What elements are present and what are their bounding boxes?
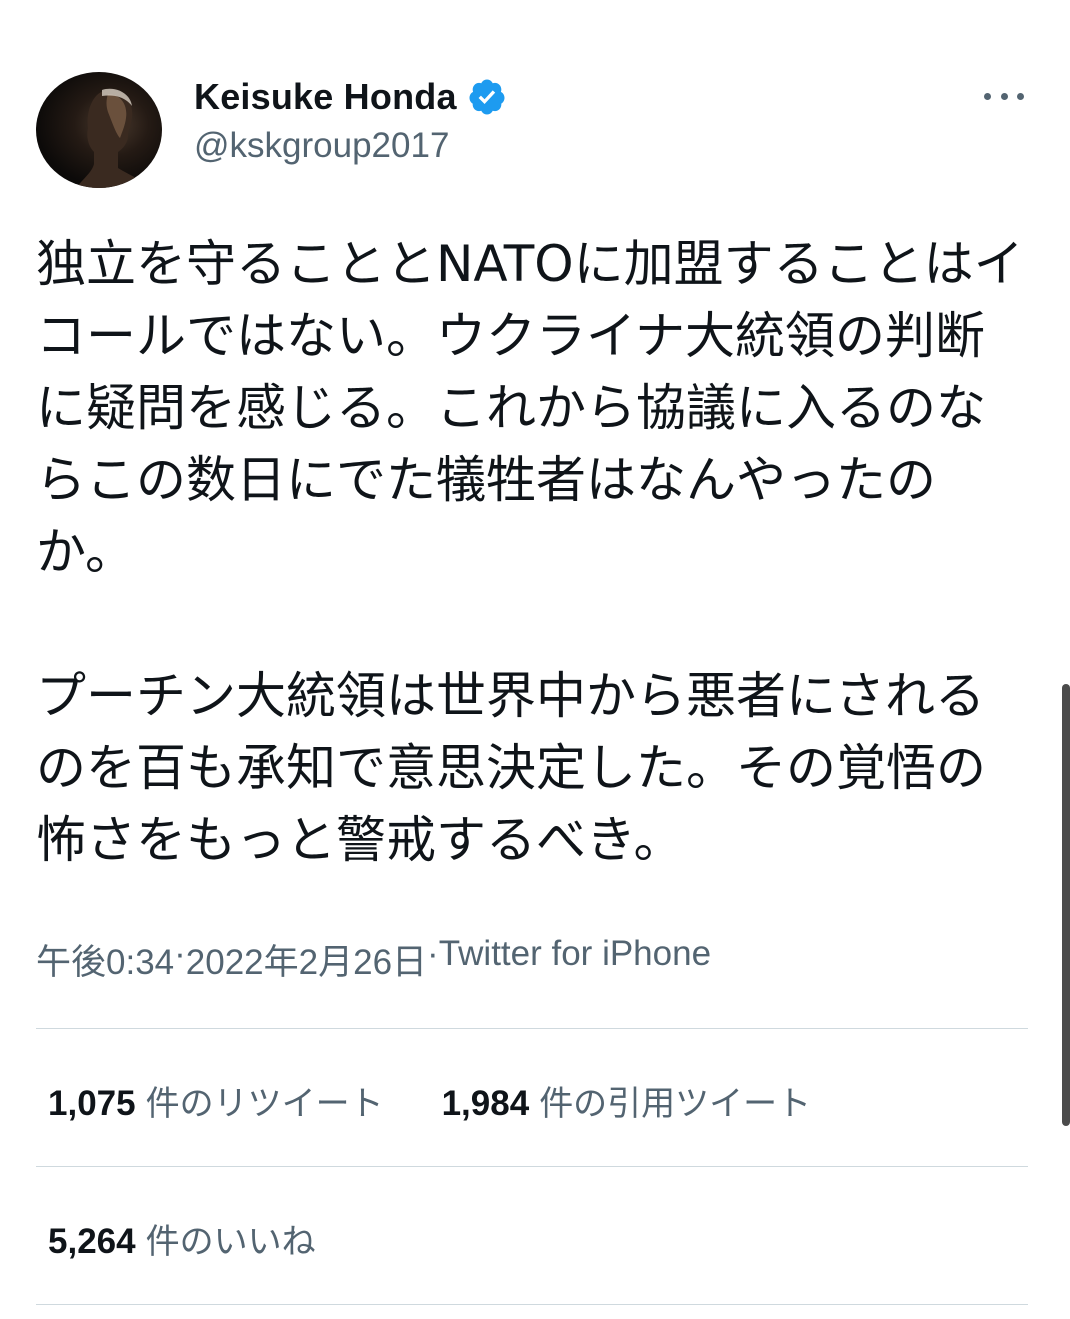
scrollbar[interactable] [1062, 684, 1070, 1126]
quotes-stat[interactable]: 1,984 件の引用ツイート [442, 1076, 812, 1125]
likes-count: 5,264 [48, 1222, 136, 1261]
retweets-label: 件のリツイート [145, 1084, 384, 1124]
more-horizontal-icon[interactable] [984, 86, 1024, 106]
divider [36, 1304, 1028, 1305]
likes-label: 件のいいね [145, 1222, 316, 1262]
tweet-date[interactable]: 2022年2月26日 [186, 934, 427, 985]
tweet-time[interactable]: 午後0:34 [36, 934, 174, 985]
tweet-meta: 午後0:34 · 2022年2月26日 · Twitter for iPhone [36, 934, 711, 985]
avatar-image [76, 88, 156, 188]
avatar[interactable] [36, 72, 162, 188]
name-row: Keisuke Honda [194, 76, 507, 118]
meta-separator: · [174, 934, 186, 973]
quotes-count: 1,984 [441, 1084, 530, 1123]
stats-row: 1,075 件のリツイート 1,984 件の引用ツイート [48, 1076, 811, 1125]
tweet-text: 独立を守ることとNATOに加盟することはイコールではない。ウクライナ大統領の判断… [36, 235, 1024, 869]
likes-row: 5,264 件のいいね [48, 1214, 316, 1263]
display-name[interactable]: Keisuke Honda [194, 76, 457, 118]
meta-separator: · [427, 934, 439, 973]
retweets-stat[interactable]: 1,075 件のリツイート [48, 1076, 384, 1125]
divider [36, 1166, 1028, 1167]
tweet-header: Keisuke Honda @kskgroup2017 [36, 72, 1036, 188]
verified-badge-icon [469, 79, 505, 115]
tweet-source[interactable]: Twitter for iPhone [439, 934, 711, 985]
user-handle[interactable]: @kskgroup2017 [194, 126, 449, 166]
divider [36, 1028, 1028, 1029]
likes-stat[interactable]: 5,264 件のいいね [48, 1214, 316, 1263]
quotes-label: 件の引用ツイート [539, 1084, 812, 1124]
retweets-count: 1,075 [48, 1084, 136, 1123]
